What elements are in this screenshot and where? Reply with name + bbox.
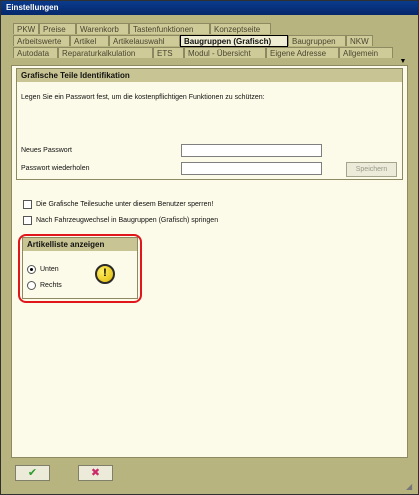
tab-baugruppen[interactable]: Baugruppen [288,35,346,46]
tab-warenkorb[interactable]: Warenkorb [76,23,129,34]
lock-search-checkbox[interactable] [23,200,32,209]
artikelliste-highlight [18,234,142,303]
ok-button[interactable]: ✔ [15,465,50,481]
new-password-field[interactable] [181,144,322,157]
settings-window: Einstellungen PKW Preise Warenkorb Taste… [0,0,419,495]
tab-pkw[interactable]: PKW [13,23,39,34]
new-password-label: Neues Passwort [21,147,72,154]
cancel-button[interactable]: ✖ [78,465,113,481]
tab-nkw[interactable]: NKW [346,35,373,46]
resize-grip-icon[interactable]: ◢ [406,482,416,492]
tab-konzeptseite[interactable]: Konzeptseite [210,23,271,34]
window-title: Einstellungen [6,3,59,12]
identifikation-group: Grafische Teile Identifikation Legen Sie… [16,68,403,180]
lock-search-label: Die Grafische Teilesuche unter diesem Be… [36,201,214,208]
tab-reparaturkalkulation[interactable]: Reparaturkalkulation [58,47,153,58]
tab-strip: PKW Preise Warenkorb Tastenfunktionen Ko… [1,15,418,65]
tab-modul-uebersicht[interactable]: Modul - Übersicht [184,47,266,58]
tab-ets[interactable]: ETS [153,47,184,58]
tab-eigene-adresse[interactable]: Eigene Adresse [266,47,339,58]
tab-preise[interactable]: Preise [39,23,76,34]
password-description: Legen Sie ein Passwort fest, um die kost… [21,94,265,101]
repeat-password-field[interactable] [181,162,322,175]
tab-artikel[interactable]: Artikel [70,35,109,46]
jump-after-vehicle-change-checkbox[interactable] [23,216,32,225]
checkmark-icon: ✔ [27,467,38,479]
tab-baugruppen-grafisch[interactable]: Baugruppen (Grafisch) [180,35,288,47]
save-button[interactable]: Speichern [346,162,397,177]
identifikation-title: Grafische Teile Identifikation [17,69,402,82]
tab-tastenfunktionen[interactable]: Tastenfunktionen [129,23,210,34]
tab-autodata[interactable]: Autodata [13,47,58,58]
cross-icon: ✖ [90,467,101,479]
tab-artikelauswahl[interactable]: Artikelauswahl [109,35,180,46]
repeat-password-label: Passwort wiederholen [21,165,90,172]
tab-allgemein[interactable]: Allgemein [339,47,393,58]
title-bar[interactable]: Einstellungen [1,1,418,15]
settings-panel: Grafische Teile Identifikation Legen Sie… [11,65,408,458]
jump-after-vehicle-change-label: Nach Fahrzeugwechsel in Baugruppen (Graf… [36,217,219,224]
tab-arbeitswerte[interactable]: Arbeitswerte [13,35,70,46]
